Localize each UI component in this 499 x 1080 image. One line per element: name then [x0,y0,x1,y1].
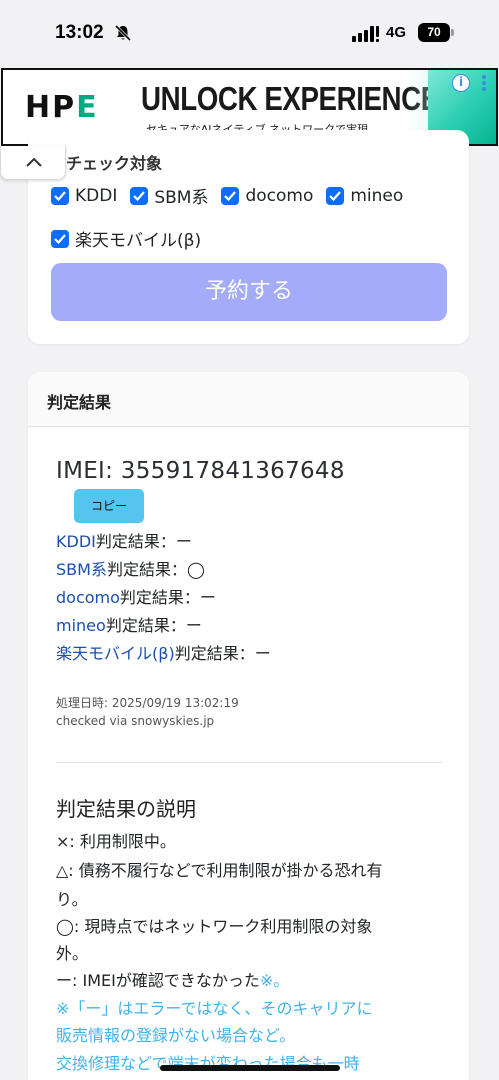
network-type: 4G [386,24,407,41]
explanation-line: △: 債務不履行などで利用制限が掛かる恐れ有 [56,861,383,880]
info-icon[interactable]: i [452,74,470,92]
more-options-icon[interactable] [481,74,487,94]
checkbox-checked-icon[interactable] [326,186,345,205]
bell-muted-icon [114,24,132,42]
ad-logo: HPE [25,90,99,125]
note-link[interactable]: ※。 [260,971,289,990]
reserve-button[interactable]: 予約する [51,263,447,321]
explanation-line: ×: 利用制限中。 [56,832,176,851]
result-card-title: 判定結果 [47,393,112,412]
copy-button[interactable]: コピー [74,489,144,523]
explanation-title: 判定結果の説明 [56,797,196,821]
divider [56,762,442,763]
result-line-rakuten: 楽天モバイル(β)判定結果：ー [56,644,271,663]
checked-via: checked via snowyskies.jp [56,714,215,728]
checkbox-sbm[interactable]: SBM系 [130,183,208,208]
carrier-link[interactable]: 楽天モバイル(β) [56,644,175,663]
checkbox-kddi[interactable]: KDDI [51,186,117,206]
carrier-link[interactable]: mineo [56,616,106,635]
chevron-up-icon [26,157,42,167]
checkbox-rakuten[interactable]: 楽天モバイル(β) [51,226,201,251]
status-bar: 13:02 4G 70 [0,0,499,68]
result-line-docomo: docomo判定結果：ー [56,588,216,607]
checkbox-checked-icon[interactable] [51,229,69,248]
checkbox-checked-icon[interactable] [221,186,240,205]
result-line-sbm: SBM系判定結果：◯ [56,560,205,579]
explanation-line: 外。 [56,944,89,963]
result-line-mineo: mineo判定結果：ー [56,616,202,635]
battery-level: 70 [418,23,450,42]
explanation-line: ◯: 現時点ではネットワーク利用制限の対象 [56,917,373,936]
explanation-line: り。 [56,890,88,909]
carrier-link[interactable]: docomo [56,588,120,607]
checkbox-row: KDDI SBM系 docomo mineo [51,183,416,208]
checkbox-checked-icon[interactable] [51,186,69,205]
note-line: ※「ー」はエラーではなく、そのキャリアに [56,999,373,1018]
carrier-link[interactable]: SBM系 [56,560,107,579]
signal-icon [352,26,379,42]
home-indicator[interactable] [160,1065,340,1071]
processed-timestamp: 処理日時: 2025/09/19 13:02:19 [56,696,239,710]
collapse-ad-button[interactable] [0,146,66,180]
checkbox-checked-icon[interactable] [130,186,149,205]
checkbox-row: 楽天モバイル(β) [51,226,214,251]
carrier-link[interactable]: KDDI [56,532,96,551]
checkbox-mineo[interactable]: mineo [326,186,403,206]
check-target-title: チェック対象 [66,154,163,173]
note-line: 販売情報の登録がない場合など。 [56,1026,296,1045]
status-time: 13:02 [55,22,104,43]
explanation-line: ー: IMEIが確認できなかった※。 [56,971,290,990]
result-line-kddi: KDDI判定結果：ー [56,532,192,551]
battery-icon: 70 [418,23,454,42]
imei-value: IMEI: 355917841367648 [56,458,345,484]
checkbox-docomo[interactable]: docomo [221,186,313,206]
